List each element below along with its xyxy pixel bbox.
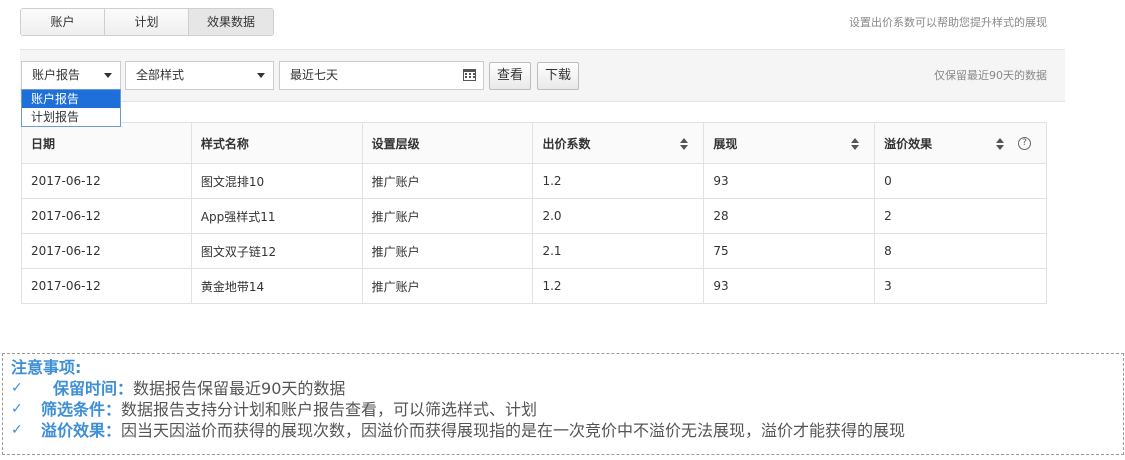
cell-date: 2017-06-12 [21,233,192,269]
column-header-bid-coefficient[interactable]: 出价系数 [532,122,705,164]
note-item: ✓ 筛选条件： 数据报告支持分计划和账户报告查看，可以筛选样式、计划 [11,399,1115,420]
help-icon[interactable]: ? [1018,137,1031,150]
report-type-dropdown: 账户报告 计划报告 [21,89,121,127]
cell-level: 推广账户 [361,198,534,234]
cell-impressions: 75 [703,233,876,269]
column-header-style-name: 样式名称 [190,122,363,164]
check-icon: ✓ [11,401,23,417]
style-select[interactable]: 全部样式 [125,61,274,90]
sort-icon[interactable] [680,138,689,150]
download-button[interactable]: 下载 [537,62,580,90]
cell-premium-effect: 2 [874,198,1047,234]
date-range-value: 最近七天 [290,68,339,82]
notes-box: 注意事项: ✓ 保留时间： 数据报告保留最近90天的数据 ✓ 筛选条件： 数据报… [2,353,1124,455]
sort-icon[interactable] [851,138,860,150]
calendar-icon[interactable] [463,69,476,81]
table-row: 2017-06-12 App强样式11 推广账户 2.0 28 2 [21,198,1047,234]
note-text: 数据报告保留最近90天的数据 [133,379,346,398]
check-icon: ✓ [11,380,23,396]
view-button[interactable]: 查看 [489,62,532,90]
tab-performance-data[interactable]: 效果数据 [189,9,273,35]
notes-title: 注意事项: [11,358,82,377]
note-item: ✓ 保留时间： 数据报告保留最近90天的数据 [11,378,1115,399]
cell-bid-coefficient: 1.2 [532,163,705,199]
cell-date: 2017-06-12 [21,163,192,199]
cell-premium-effect: 3 [874,268,1047,304]
cell-style-name: 图文混排10 [190,163,363,199]
check-icon: ✓ [11,422,23,438]
date-range-input[interactable]: 最近七天 [279,61,484,90]
cell-impressions: 93 [703,163,876,199]
cell-style-name: 图文双子链12 [190,233,363,269]
cell-style-name: App强样式11 [190,198,363,234]
note-key: 筛选条件： [41,400,122,419]
cell-premium-effect: 8 [874,233,1047,269]
column-header-level: 设置层级 [361,122,534,164]
chevron-down-icon [104,73,112,78]
column-header-date: 日期 [21,122,192,164]
tab-account[interactable]: 账户 [21,9,105,35]
note-text: 数据报告支持分计划和账户报告查看，可以筛选样式、计划 [121,400,538,419]
dropdown-option-account-report[interactable]: 账户报告 [22,90,120,108]
note-key: 溢价效果： [41,421,122,440]
filter-bar: 账户报告 全部样式 最近七天 查看 下载 仅保留最近90天的数据 [20,49,1065,102]
report-type-select[interactable]: 账户报告 [21,61,121,90]
cell-level: 推广账户 [361,163,534,199]
top-hint-text: 设置出价系数可以帮助您提升样式的展现 [849,16,1047,29]
cell-level: 推广账户 [361,233,534,269]
report-type-value: 账户报告 [32,68,81,82]
table-row: 2017-06-12 图文双子链12 推广账户 2.1 75 8 [21,233,1047,269]
cell-date: 2017-06-12 [21,268,192,304]
chevron-down-icon [257,73,265,78]
data-table: 日期 样式名称 设置层级 出价系数 展现 溢价效果? 2017-06-12 图文… [21,122,1047,304]
tab-bar: 账户 计划 效果数据 [20,8,274,36]
cell-bid-coefficient: 1.2 [532,268,705,304]
dropdown-option-plan-report[interactable]: 计划报告 [22,108,120,126]
table-header-row: 日期 样式名称 设置层级 出价系数 展现 溢价效果? [21,122,1047,164]
cell-impressions: 28 [703,198,876,234]
table-row: 2017-06-12 黄金地带14 推广账户 1.2 93 3 [21,268,1047,304]
note-text: 因当天因溢价而获得的展现次数，因溢价而获得展现指的是在一次竞价中不溢价无法展现，… [121,421,906,440]
cell-level: 推广账户 [361,268,534,304]
cell-impressions: 93 [703,268,876,304]
style-value: 全部样式 [136,68,185,82]
cell-date: 2017-06-12 [21,198,192,234]
sort-icon[interactable] [996,138,1004,150]
retention-hint: 仅保留最近90天的数据 [934,69,1047,82]
cell-style-name: 黄金地带14 [190,268,363,304]
tab-plan[interactable]: 计划 [105,9,189,35]
table-row: 2017-06-12 图文混排10 推广账户 1.2 93 0 [21,163,1047,199]
note-item: ✓ 溢价效果： 因当天因溢价而获得的展现次数，因溢价而获得展现指的是在一次竞价中… [11,420,1115,441]
cell-bid-coefficient: 2.0 [532,198,705,234]
column-header-impressions[interactable]: 展现 [703,122,876,164]
column-header-premium-effect[interactable]: 溢价效果? [874,122,1047,164]
cell-premium-effect: 0 [874,163,1047,199]
cell-bid-coefficient: 2.1 [532,233,705,269]
note-key: 保留时间： [53,379,134,398]
